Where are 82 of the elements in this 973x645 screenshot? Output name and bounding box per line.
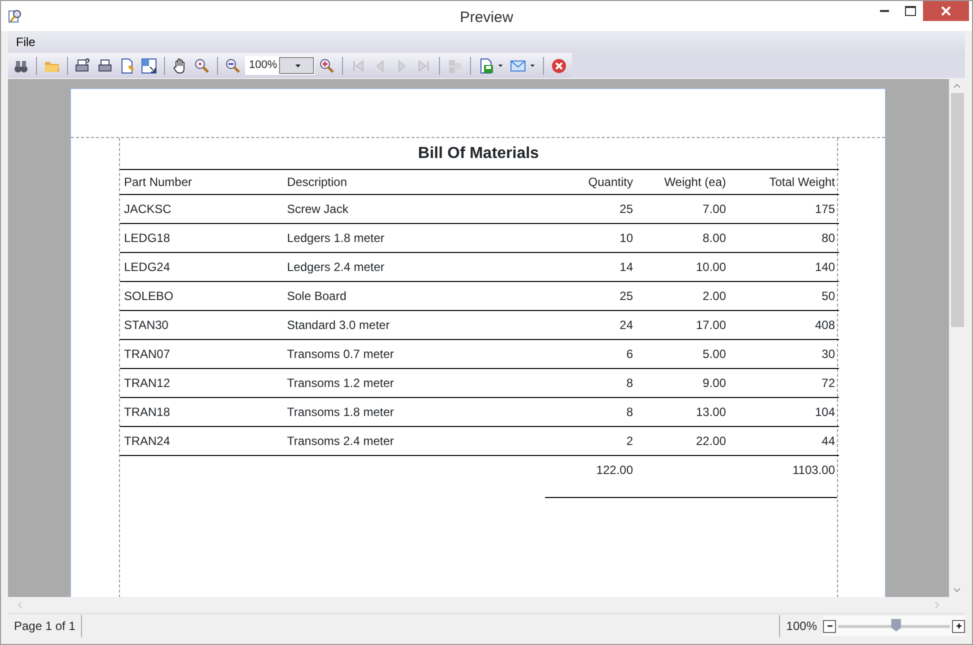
zoom-combo[interactable]: 100% — [245, 56, 315, 75]
plus-icon — [954, 622, 962, 630]
table-cell: LEDG24 — [120, 252, 283, 282]
table-cell: 22.00 — [637, 426, 730, 456]
table-cell: TRAN18 — [120, 398, 283, 426]
app-icon — [7, 8, 23, 24]
zoom-in-icon — [319, 58, 335, 74]
table-cell: 44 — [730, 426, 839, 456]
table-cell: 104 — [730, 398, 839, 426]
scroll-thumb[interactable] — [950, 93, 964, 327]
column-header: Quantity — [544, 170, 637, 194]
column-header: Part Number — [120, 170, 283, 194]
table-cell: 8 — [544, 398, 637, 426]
table-cell: 24 — [544, 310, 637, 340]
table-cell: Standard 3.0 meter — [283, 310, 544, 340]
table-cell: Ledgers 2.4 meter — [283, 252, 544, 282]
table-cell: 50 — [730, 282, 839, 310]
total-cell: 1103.00 — [730, 456, 839, 484]
table-cell: 25 — [544, 282, 637, 310]
zoom-in-button[interactable] — [952, 620, 965, 632]
table-cell: 25 — [544, 194, 637, 224]
caret-icon — [497, 62, 504, 69]
table-cell: 7.00 — [637, 194, 730, 224]
last-page-icon — [416, 58, 432, 74]
table-cell: Ledgers 1.8 meter — [283, 224, 544, 252]
envelope-icon — [510, 58, 526, 74]
table-cell: STAN30 — [120, 310, 283, 340]
table-cell: 408 — [730, 310, 839, 340]
page-indicator: Page 1 of 1 — [8, 615, 82, 637]
table-cell: 10 — [544, 224, 637, 252]
column-header: Total Weight — [730, 170, 839, 194]
table-cell: 80 — [730, 224, 839, 252]
table-cell: Screw Jack — [283, 194, 544, 224]
magnifier-icon — [194, 58, 210, 74]
table-cell: 10.00 — [637, 252, 730, 282]
caret-icon — [529, 62, 536, 69]
total-cell: 122.00 — [544, 456, 637, 484]
menu-item[interactable]: File — [16, 33, 36, 51]
dropdown-arrow-icon — [294, 62, 302, 70]
table-cell: 6 — [544, 340, 637, 368]
close-icon — [551, 58, 567, 74]
table-cell: Transoms 1.2 meter — [283, 368, 544, 398]
table-cell: 17.00 — [637, 310, 730, 340]
table-cell: 30 — [730, 340, 839, 368]
slider-thumb[interactable] — [891, 618, 902, 632]
table-cell: 2 — [544, 426, 637, 456]
zoom-out-button[interactable] — [823, 620, 836, 632]
table-cell: 13.00 — [637, 398, 730, 426]
table-cell: 175 — [730, 194, 839, 224]
table-cell: 140 — [730, 252, 839, 282]
close-icon — [941, 6, 951, 16]
close-button[interactable] — [923, 1, 969, 21]
table-cell: Transoms 1.8 meter — [283, 398, 544, 426]
save-icon — [478, 58, 494, 74]
table-cell: LEDG18 — [120, 224, 283, 252]
window-title: Preview — [460, 9, 514, 26]
table-cell: TRAN07 — [120, 340, 283, 368]
resize-icon — [141, 58, 157, 74]
page-wrench-icon — [119, 58, 135, 74]
printer-icon — [75, 58, 91, 74]
table-cell: 9.00 — [637, 368, 730, 398]
table-cell: Transoms 2.4 meter — [283, 426, 544, 456]
table-cell: Sole Board — [283, 282, 544, 310]
pages-icon — [447, 58, 463, 74]
table-cell: SOLEBO — [120, 282, 283, 310]
zoom-out-icon — [225, 58, 241, 74]
minimize-icon — [880, 10, 888, 12]
column-header: Description — [283, 170, 544, 194]
table-cell: 14 — [544, 252, 637, 282]
table-cell: JACKSC — [120, 194, 283, 224]
table-cell: TRAN12 — [120, 368, 283, 398]
table-cell: TRAN24 — [120, 426, 283, 456]
maximize-icon — [904, 6, 916, 16]
report-title: Bill Of Materials — [417, 144, 540, 164]
table-cell: 8 — [544, 368, 637, 398]
table-cell: 8.00 — [637, 224, 730, 252]
table-cell: 5.00 — [637, 340, 730, 368]
table-cell: 2.00 — [637, 282, 730, 310]
table-cell: Transoms 0.7 meter — [283, 340, 544, 368]
table-cell: 72 — [730, 368, 839, 398]
column-header: Weight (ea) — [637, 170, 730, 194]
printer-icon — [97, 58, 113, 74]
